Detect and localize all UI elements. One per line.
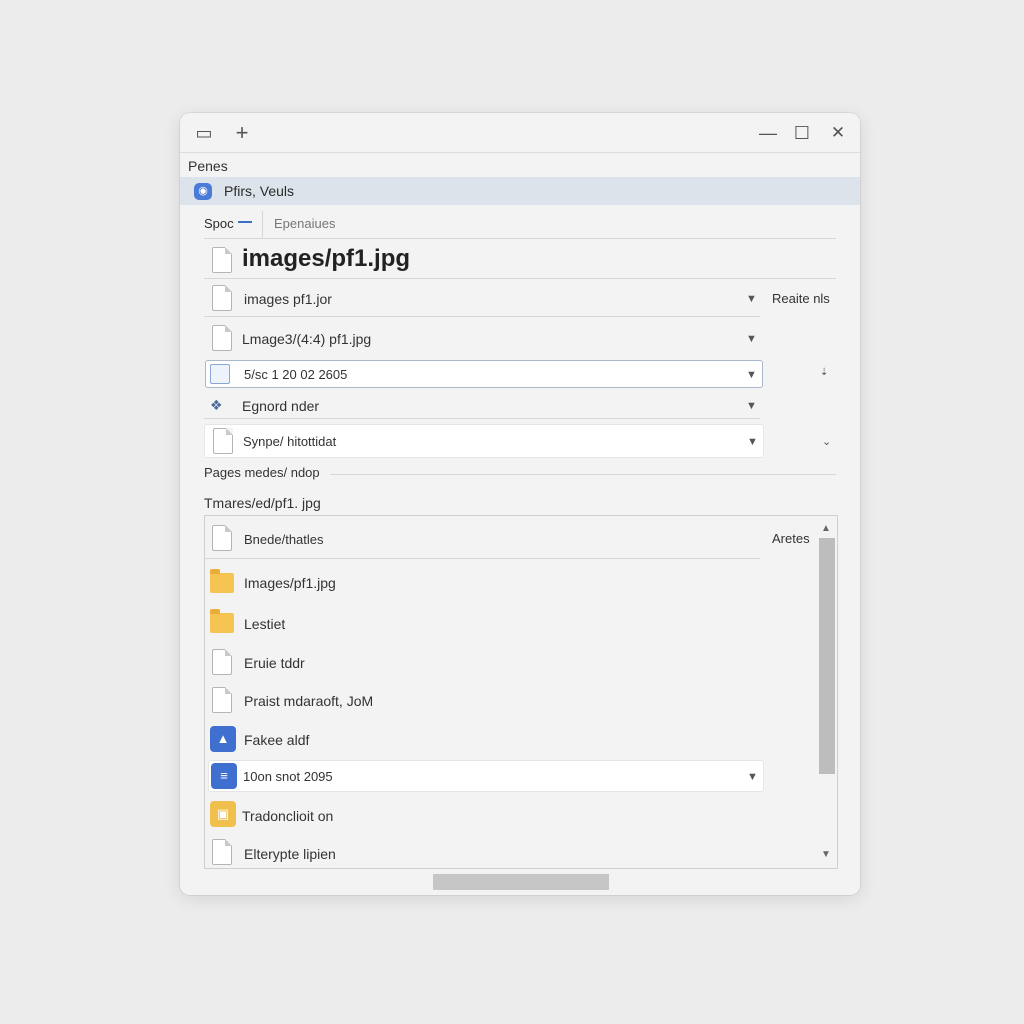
scroll-down-icon[interactable]: ▼ (821, 849, 831, 860)
file-icon (212, 687, 232, 713)
section-label: Pages medes/ ndop (204, 465, 320, 480)
close-icon[interactable]: ✕ (828, 123, 848, 143)
folder-icon (210, 569, 234, 593)
list-item[interactable]: Tradonclioit on (242, 808, 333, 824)
maximize-icon[interactable]: ☐ (792, 123, 812, 143)
calendar-icon (210, 364, 230, 384)
file-icon (212, 525, 232, 551)
list-item[interactable]: Images/pf1.jpg (244, 575, 336, 591)
chevron-down-icon[interactable]: ▼ (746, 400, 757, 412)
list-item[interactable]: Bnede/thatles (244, 532, 324, 547)
menu-label[interactable]: Penes (188, 158, 228, 174)
window-menu-icon[interactable]: ▭ (194, 123, 214, 143)
people-icon: ❖ (210, 397, 223, 413)
active-tab-indicator (238, 221, 252, 223)
divider (204, 418, 760, 419)
row-right-label: Reaite nls (772, 291, 830, 306)
list-item[interactable]: Fakee aldf (244, 732, 309, 748)
app-icon: ▣ (210, 801, 236, 827)
tab-divider (262, 211, 263, 239)
divider (204, 278, 836, 279)
list-item-field[interactable]: ≡ 10on snot 2095 ▼ (208, 760, 764, 792)
list-item[interactable]: Elterypte lipien (244, 846, 336, 862)
date-field[interactable]: 5/sc 1 20 02 2605 ▼ (205, 360, 763, 388)
file-dialog-window: ▭ + — ☐ ✕ Penes ◉ Pfirs, Veuls Spoc Epen… (180, 113, 860, 895)
row-text[interactable]: Lmage3/(4:4) pf1.jpg (242, 331, 371, 347)
new-tab-icon[interactable]: + (232, 122, 252, 144)
tab-spoc[interactable]: Spoc (204, 216, 234, 231)
chevron-down-icon[interactable]: ⌄ (822, 435, 831, 448)
title-bar: ▭ + — ☐ ✕ (180, 113, 860, 153)
tab-epenaiues[interactable]: Epenaiues (274, 216, 335, 231)
list-right-label: Aretes (772, 531, 810, 546)
date-field-value: 5/sc 1 20 02 2605 (244, 367, 348, 382)
list-item-field-value: 10on snot 2095 (243, 769, 333, 784)
minimize-icon[interactable]: — (758, 123, 778, 143)
chevron-down-icon[interactable]: ▼ (747, 771, 758, 783)
file-icon (213, 428, 233, 454)
chevron-down-icon[interactable]: ▼ (747, 436, 758, 448)
sort-icon[interactable]: ⇣ (820, 367, 828, 378)
scrollbar-thumb[interactable] (819, 538, 835, 774)
tab-strip: Spoc Epenaiues (204, 211, 836, 239)
list-item[interactable]: Eruie tddr (244, 655, 305, 671)
divider (204, 316, 760, 317)
selected-item-bar[interactable]: ◉ Pfirs, Veuls (180, 177, 860, 205)
page-title: images/pf1.jpg (242, 245, 411, 272)
folder-shared-icon (210, 609, 234, 633)
divider (204, 558, 760, 559)
chevron-down-icon[interactable]: ▼ (746, 369, 757, 381)
file-icon (212, 325, 232, 351)
row-text[interactable]: Egnord nder (242, 398, 319, 414)
file-icon (212, 247, 232, 273)
list-item[interactable]: Lestiet (244, 616, 285, 632)
row-text[interactable]: images pf1.jor (244, 291, 332, 307)
app-icon: ▲ (210, 726, 236, 752)
chevron-down-icon[interactable]: ▼ (746, 293, 757, 305)
type-field-value: Synpe/ hitottidat (243, 434, 337, 449)
chat-icon: ◉ (194, 183, 212, 200)
file-icon (212, 649, 232, 675)
chevron-down-icon[interactable]: ▼ (746, 333, 757, 345)
divider (330, 474, 836, 475)
path-label: Tmares/ed/pf1. jpg (204, 495, 321, 511)
selected-item-label: Pfirs, Veuls (224, 183, 295, 199)
list-item[interactable]: Praist mdaraoft, JoM (244, 693, 373, 709)
type-field[interactable]: Synpe/ hitottidat ▼ (204, 424, 764, 458)
horizontal-scrollbar[interactable] (433, 874, 609, 890)
scroll-up-icon[interactable]: ▲ (821, 523, 831, 534)
file-icon (212, 285, 232, 311)
app-icon: ≡ (211, 763, 237, 789)
file-icon (212, 839, 232, 865)
